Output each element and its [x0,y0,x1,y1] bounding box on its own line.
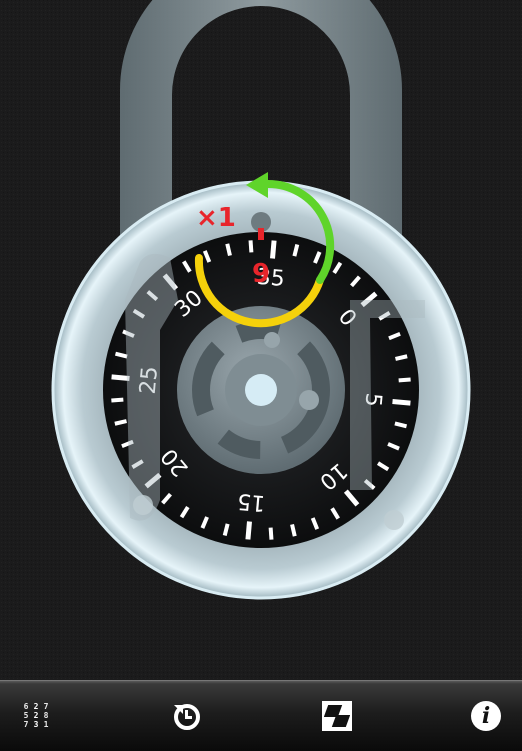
combo-digit: 2 [33,702,39,711]
combo-digit: 8 [43,711,49,720]
lock-scene: 05101520253035 ×1 9 [0,0,522,680]
hub-knob [264,332,280,348]
switch-lock-button[interactable] [315,695,359,737]
combo-digit: 7 [23,720,29,729]
dial-minor-tick [248,240,254,253]
dial-pointer [258,228,264,240]
combination-button[interactable]: 6 2 7 5 2 8 7 3 1 [14,695,58,737]
rivet-left [133,495,153,515]
rivet-right [384,510,404,530]
info-button[interactable]: i [464,695,508,737]
combo-digit: 2 [33,711,39,720]
info-icon: i [471,701,501,731]
reset-arrow-icon [174,704,200,730]
reset-button[interactable] [165,695,209,737]
dial-minor-tick [111,397,124,403]
combo-digit: 6 [23,702,29,711]
combo-digit: 1 [43,720,49,729]
dial-minor-tick [398,377,411,383]
hub-knob [299,390,319,410]
combination-grid-icon: 6 2 7 5 2 8 7 3 1 [22,703,50,729]
combo-digit: 7 [43,702,49,711]
combo-digit: 5 [23,711,29,720]
dial-minor-tick [268,527,274,540]
bottom-toolbar: 6 2 7 5 2 8 7 3 1 i [0,680,522,751]
current-number: 9 [252,259,270,289]
dial-hub-center [245,374,277,406]
rotation-count: ×1 [196,203,236,233]
combo-digit: 3 [33,720,39,729]
swap-image-icon [322,701,352,731]
dial-number: 15 [236,488,266,515]
